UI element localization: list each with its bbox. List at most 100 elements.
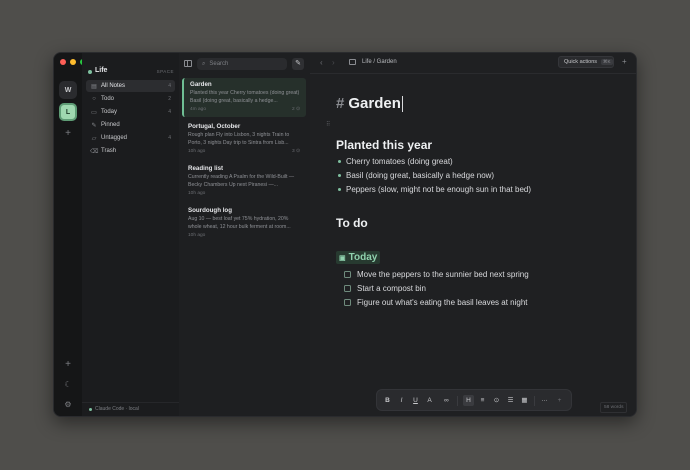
search-placeholder: Search bbox=[209, 61, 229, 67]
settings-gear-icon[interactable]: ⚙ bbox=[62, 399, 74, 411]
note-preview: Planted this year Cherry tomatoes (doing… bbox=[190, 90, 300, 104]
note-time: 10h ago bbox=[188, 149, 206, 154]
note-title-heading[interactable]: # Garden bbox=[336, 95, 403, 112]
calendar-icon: ▣ bbox=[339, 254, 346, 262]
italic-button[interactable]: I bbox=[396, 395, 407, 406]
heading-hash: # bbox=[336, 95, 345, 112]
toolbar-divider bbox=[534, 396, 535, 406]
minimize-window-button[interactable] bbox=[70, 59, 76, 65]
section-heading: To do bbox=[336, 216, 368, 230]
toolbar-divider bbox=[457, 396, 458, 406]
text-cursor bbox=[401, 95, 403, 112]
sidebar-item-count: 4 bbox=[168, 83, 171, 89]
add-icon[interactable]: + bbox=[62, 359, 74, 371]
space-rail: W L + + ☾ ⚙ bbox=[54, 53, 86, 416]
space-button-w[interactable]: W bbox=[59, 81, 77, 99]
list-item[interactable]: Peppers (slow, might not be enough sun i… bbox=[337, 185, 531, 194]
theme-moon-icon[interactable]: ☾ bbox=[62, 379, 74, 391]
task-item[interactable]: Move the peppers to the sunnier bed next… bbox=[344, 269, 529, 279]
trash-icon: ⌫ bbox=[90, 148, 99, 155]
quick-actions-button[interactable]: Quick actions ⌘K bbox=[558, 56, 614, 68]
underline-button[interactable]: U bbox=[410, 395, 421, 406]
panel-icon[interactable] bbox=[349, 59, 356, 65]
note-title: Portugal, October bbox=[188, 123, 241, 130]
connection-status: Claude Code · local bbox=[95, 406, 139, 412]
sidebar-item-label: Pinned bbox=[101, 122, 120, 128]
today-tag[interactable]: ▣ Today bbox=[336, 251, 381, 264]
search-input[interactable]: ⌕ Search bbox=[197, 58, 287, 70]
note-preview: Rough plan Fly into Lisbon, 3 nights Tra… bbox=[188, 132, 290, 146]
task-checkbox[interactable] bbox=[344, 284, 351, 292]
back-arrow-icon[interactable]: ‹ bbox=[320, 58, 323, 67]
table-icon[interactable]: ▦ bbox=[519, 395, 530, 406]
sidebar-item-untagged[interactable]: ▱ Untagged 4 bbox=[86, 132, 175, 144]
sidebar-divider bbox=[82, 402, 179, 403]
add-space-icon[interactable]: + bbox=[62, 128, 74, 140]
breadcrumb[interactable]: Life / Garden bbox=[362, 59, 397, 65]
align-icon[interactable]: ≡ bbox=[477, 395, 488, 406]
highlight-color-button[interactable]: A bbox=[424, 395, 435, 406]
editor-topbar: ‹ › Life / Garden Quick actions ⌘K + bbox=[310, 53, 636, 74]
list-item[interactable]: Basil (doing great, basically a hedge no… bbox=[337, 171, 494, 180]
space-letter: L bbox=[65, 108, 71, 116]
note-meta: 10h ago bbox=[188, 191, 300, 196]
task-check-icon[interactable]: ⊙ bbox=[491, 395, 502, 406]
note-list-pane: ⌕ Search ✎ Garden Planted this year Cher… bbox=[179, 53, 311, 416]
status-dot bbox=[89, 407, 92, 411]
note-task-badge: 3 ⊙ bbox=[291, 149, 300, 154]
note-preview: Aug 10 — best loaf yet 75% hydration, 20… bbox=[188, 216, 291, 230]
quick-actions-label: Quick actions bbox=[564, 59, 598, 65]
add-icon[interactable]: + bbox=[622, 57, 627, 66]
circle-check-icon: ○ bbox=[92, 96, 96, 102]
task-text: Move the peppers to the sunnier bed next… bbox=[357, 269, 529, 279]
app-window: W L + + ☾ ⚙ Life SPACE ▤ All Notes 4 ○ T… bbox=[53, 52, 637, 417]
more-icon[interactable]: ··· bbox=[539, 395, 550, 406]
list-icon[interactable]: ☰ bbox=[505, 395, 516, 406]
note-meta: 10h ago 3 ⊙ bbox=[188, 149, 300, 154]
sidebar-item-label: All Notes bbox=[101, 83, 126, 89]
note-list-item[interactable]: Reading list Currently reading A Psalm f… bbox=[182, 162, 306, 201]
new-note-button[interactable]: ✎ bbox=[292, 58, 304, 70]
space-letter: W bbox=[64, 86, 72, 94]
inbox-icon: ▱ bbox=[91, 135, 97, 142]
sidebar-item-trash[interactable]: ⌫ Trash bbox=[86, 145, 175, 157]
note-list-item[interactable]: Portugal, October Rough plan Fly into Li… bbox=[182, 120, 306, 159]
sidebar-item-all-notes[interactable]: ▤ All Notes 4 bbox=[86, 80, 175, 92]
section-heading: Planted this year bbox=[336, 138, 433, 152]
word-count: 58 words bbox=[600, 402, 628, 413]
close-window-button[interactable] bbox=[60, 59, 66, 65]
notes-icon: ▤ bbox=[91, 83, 97, 90]
sidebar-footer: Claude Code · local bbox=[89, 406, 139, 412]
toggle-sidebar-icon[interactable] bbox=[184, 60, 192, 67]
formatting-toolbar: B I U A ∞ H ≡ ⊙ ☰ ▦ ··· + bbox=[376, 389, 572, 411]
add-block-icon[interactable]: + bbox=[554, 395, 565, 406]
sidebar-item-label: Untagged bbox=[101, 135, 128, 141]
sidebar-item-count: 2 bbox=[168, 96, 171, 102]
sidebar-item-todo[interactable]: ○ Todo 2 bbox=[86, 93, 175, 105]
list-item[interactable]: Cherry tomatoes (doing great) bbox=[338, 157, 453, 166]
task-checkbox[interactable] bbox=[344, 270, 351, 278]
bold-button[interactable]: B bbox=[382, 395, 393, 406]
sidebar-item-pinned[interactable]: ✎ Pinned bbox=[86, 119, 175, 131]
heading-button[interactable]: H bbox=[463, 395, 474, 406]
sidebar-item-today[interactable]: ▭ Today 4 bbox=[86, 106, 175, 118]
note-task-badge: 2 ⊙ bbox=[291, 107, 300, 112]
space-color-dot bbox=[88, 70, 92, 74]
drag-handle-icon[interactable]: ⠿ bbox=[326, 121, 330, 128]
note-title: Garden bbox=[190, 81, 212, 88]
note-title-text: Garden bbox=[348, 95, 401, 112]
link-icon[interactable]: ∞ bbox=[441, 395, 452, 406]
task-text: Figure out what's eating the basil leave… bbox=[357, 297, 528, 307]
task-checkbox[interactable] bbox=[344, 298, 351, 306]
forward-arrow-icon[interactable]: › bbox=[332, 58, 335, 67]
space-button-l[interactable]: L bbox=[59, 103, 77, 121]
task-item[interactable]: Figure out what's eating the basil leave… bbox=[344, 297, 528, 307]
editor-pane: ‹ › Life / Garden Quick actions ⌘K + # G… bbox=[310, 53, 636, 416]
note-preview: Currently reading A Psalm for the Wild-B… bbox=[188, 174, 295, 188]
space-header: Life SPACE bbox=[88, 67, 174, 77]
sidebar-item-count: 4 bbox=[168, 109, 171, 115]
note-meta: 4m ago 2 ⊙ bbox=[190, 107, 300, 112]
note-list-item[interactable]: Garden Planted this year Cherry tomatoes… bbox=[182, 78, 306, 117]
note-list-item[interactable]: Sourdough log Aug 10 — best loaf yet 75%… bbox=[182, 204, 306, 243]
task-item[interactable]: Start a compost bin bbox=[344, 283, 426, 293]
